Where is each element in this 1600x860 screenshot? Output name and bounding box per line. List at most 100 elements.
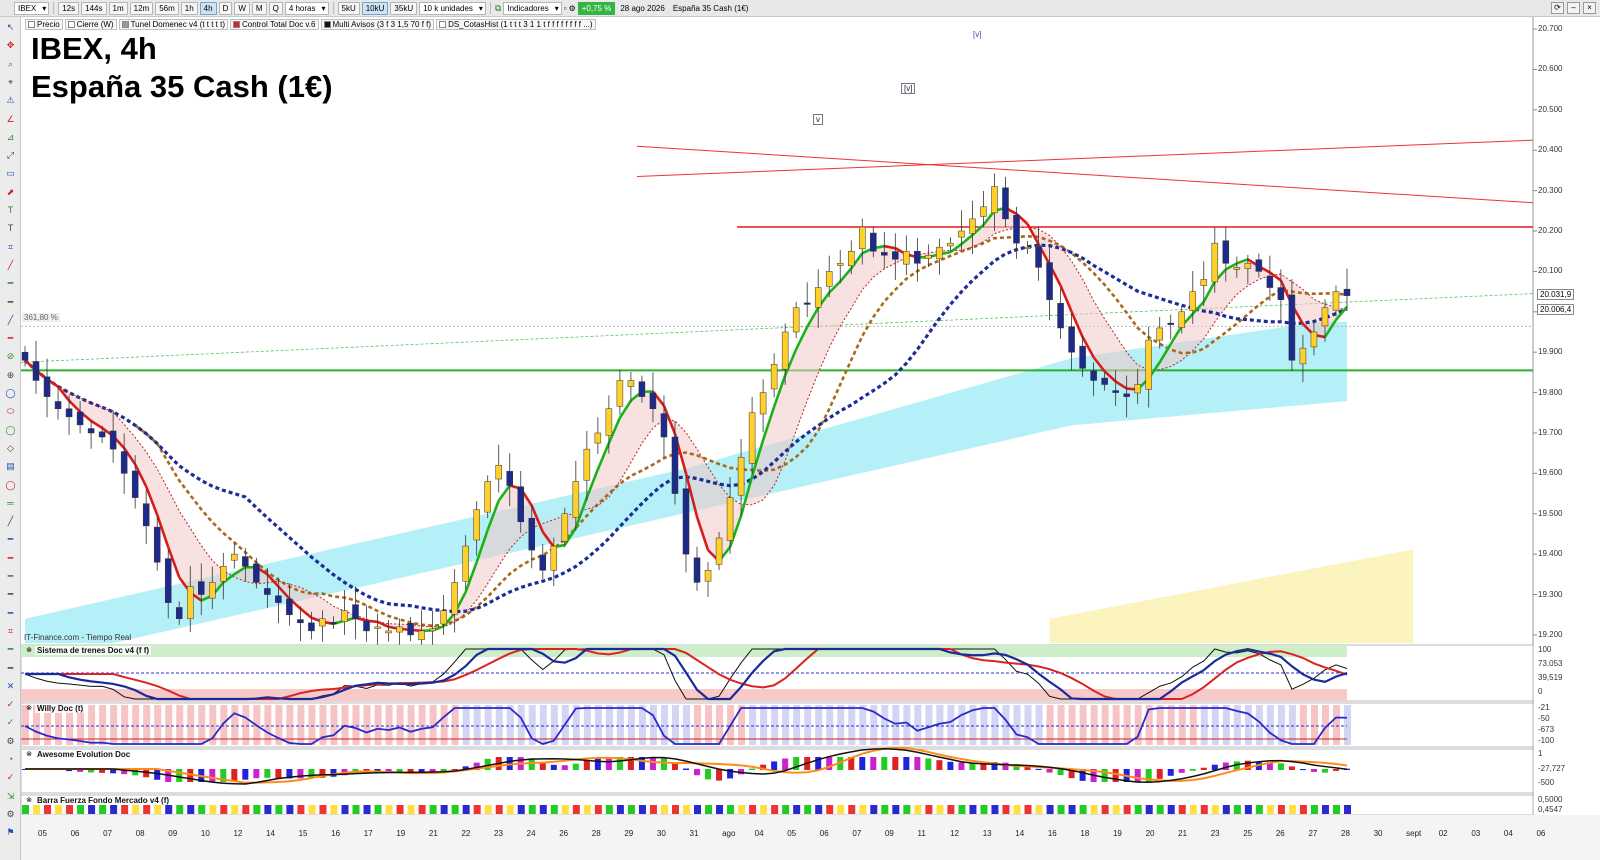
minimize-icon[interactable]: – (1567, 2, 1580, 14)
check-icon[interactable]: ✓ (4, 698, 17, 711)
candle (87, 428, 95, 434)
volume-button[interactable]: 10kU (361, 1, 389, 15)
refresh-icon[interactable]: ⟳ (1551, 2, 1564, 14)
hline-icon[interactable]: ━ (4, 332, 17, 345)
double-line-icon[interactable]: ═ (4, 497, 17, 510)
timeframe-button[interactable]: Q (268, 1, 283, 15)
pane-close-icon[interactable]: ⊗ (25, 647, 33, 655)
timeframe-button[interactable]: W (234, 1, 250, 15)
grid-icon[interactable]: ⌗ (4, 241, 17, 254)
timeframe-button[interactable]: D (218, 1, 233, 15)
fuerza-bar (616, 805, 624, 814)
candle (1321, 307, 1329, 327)
time-tick-label: 13 (982, 829, 992, 838)
awesome-bar (209, 769, 216, 782)
candle (1255, 259, 1263, 272)
legend-item[interactable]: DS_CotasHist (1 t t t 3 1 1 t f f f f f … (436, 19, 596, 30)
hline-icon[interactable]: ━ (4, 662, 17, 675)
close-icon[interactable]: × (1583, 2, 1596, 14)
fuerza-bar (352, 805, 360, 814)
timeframe-button[interactable]: 1m (108, 1, 128, 15)
legend-item[interactable]: Cierre (W) (64, 19, 117, 30)
lock-icon[interactable]: ▫ (564, 4, 567, 13)
rectangle-icon[interactable]: ▭ (4, 167, 17, 180)
hline-icon[interactable]: ━ (4, 296, 17, 309)
circle-icon[interactable]: ◯ (4, 424, 17, 437)
erase-icon[interactable]: ⊘ (4, 350, 17, 363)
add-icon[interactable]: ⊕ (4, 369, 17, 382)
volume-button[interactable]: 5kU (337, 1, 360, 15)
timeframe-button[interactable]: 1h (180, 1, 198, 15)
flag-icon[interactable]: ⚑ (4, 826, 17, 839)
candle (1002, 187, 1009, 220)
hline-icon[interactable]: ━ (4, 533, 17, 546)
hline-icon[interactable]: ━ (4, 607, 17, 620)
fuerza-bar (694, 805, 702, 814)
settings-icon[interactable]: ⚙ (4, 735, 17, 748)
pane-tick-label: 73,053 (1538, 659, 1563, 668)
hline-icon[interactable]: ━ (4, 277, 17, 290)
delete-icon[interactable]: ✕ (4, 680, 17, 693)
timeframe-button[interactable]: 144s (81, 1, 107, 15)
legend-item[interactable]: Precio (25, 19, 63, 30)
candle (517, 486, 525, 523)
fuerza-bar (1156, 805, 1164, 814)
diamond-icon[interactable]: ◇ (4, 442, 17, 455)
units-select[interactable]: 10 k unidades (419, 1, 486, 15)
fib-icon[interactable]: ⤢ (4, 149, 17, 162)
pane-close-icon[interactable]: ⊗ (25, 751, 33, 759)
gear-icon[interactable]: ⚙ (569, 4, 576, 13)
label-icon[interactable]: T (4, 222, 17, 235)
hline-icon[interactable]: ━ (4, 570, 17, 583)
arrow-icon[interactable]: ⬈ (4, 186, 17, 199)
timeframe-button[interactable]: 4h (199, 1, 217, 15)
time-tick-label: 20 (1145, 829, 1155, 838)
zoom-icon[interactable]: ⌕ (4, 58, 17, 71)
legend-item[interactable]: Multi Avisos (3 f 3 1,5 70 f f) (320, 19, 435, 30)
channel-icon[interactable]: ▤ (4, 460, 17, 473)
crosshair-icon[interactable]: ✥ (4, 39, 17, 52)
hline-icon[interactable]: ━ (4, 643, 17, 656)
symbol-select[interactable]: IBEX (14, 1, 50, 15)
pane-close-icon[interactable]: ⊗ (25, 705, 33, 713)
settings-icon[interactable]: ⚙ (4, 808, 17, 821)
angle-icon[interactable]: ∠ (4, 113, 17, 126)
timeframe-button[interactable]: 12m (129, 1, 154, 15)
fuerza-bar (385, 805, 393, 814)
ellipse-icon[interactable]: ⬭ (4, 405, 17, 418)
pane-close-icon[interactable]: ⊗ (25, 797, 33, 805)
awesome-bar (649, 757, 656, 770)
fuerza-bar (881, 805, 889, 814)
trendline-icon[interactable]: ╱ (4, 515, 17, 528)
legend-item[interactable]: Control Total Doc v.6 (229, 19, 319, 30)
candle (1178, 311, 1186, 328)
fuerza-bar (594, 805, 602, 814)
period-select[interactable]: 4 horas (284, 1, 329, 15)
pie-icon[interactable]: ◔ (4, 753, 17, 766)
alert-icon[interactable]: ⚠ (4, 94, 17, 107)
check-icon[interactable]: ✓ (4, 771, 17, 784)
check-icon[interactable]: ✓ (4, 716, 17, 729)
triangle-icon[interactable]: ⊿ (4, 131, 17, 144)
circle-icon[interactable]: ◯ (4, 479, 17, 492)
timeframe-button[interactable]: M (251, 1, 267, 15)
circle-icon[interactable]: ◯ (4, 387, 17, 400)
magnet-icon[interactable]: ⌖ (4, 76, 17, 89)
indicators-button[interactable]: Indicadores (503, 1, 562, 15)
pointer-icon[interactable]: ↖ (4, 21, 17, 34)
chart-canvas[interactable] (21, 17, 1600, 860)
indicators-icon[interactable]: ⧉ (495, 3, 501, 14)
ray-icon[interactable]: ╱ (4, 314, 17, 327)
hline-icon[interactable]: ━ (4, 552, 17, 565)
candle (682, 488, 690, 555)
fib-percent-label: 361,80 % (22, 313, 60, 322)
legend-item[interactable]: Tunel Domenec v4 (t t t t t) (118, 19, 228, 30)
text-icon[interactable]: T (4, 204, 17, 217)
trendline-icon[interactable]: ╱ (4, 259, 17, 272)
volume-button[interactable]: 35kU (390, 1, 418, 15)
resize-icon[interactable]: ⇲ (4, 790, 17, 803)
timeframe-button[interactable]: 12s (58, 1, 80, 15)
grid-icon[interactable]: ⌗ (4, 625, 17, 638)
hline-icon[interactable]: ━ (4, 588, 17, 601)
timeframe-button[interactable]: 56m (155, 1, 179, 15)
